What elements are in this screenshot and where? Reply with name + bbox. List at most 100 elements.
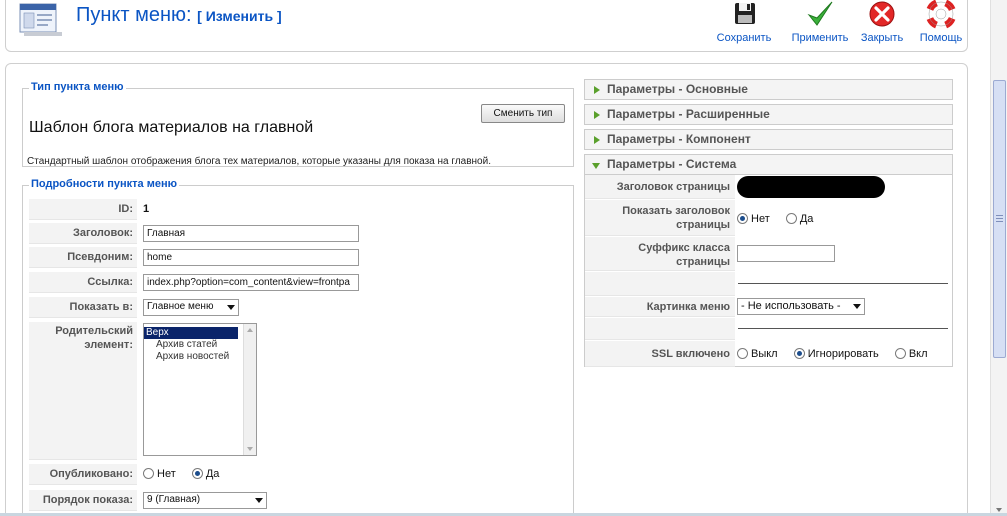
page-title-edit-label: [ Изменить ] [197,8,282,24]
alias-label: Псевдоним: [29,247,137,268]
chevron-down-icon [255,498,263,503]
menu-image-select-value: - Не использовать - [741,300,841,312]
published-label: Опубликовано: [29,464,137,485]
chevron-right-icon [594,111,600,119]
page-scrollbar-thumb[interactable] [993,80,1006,358]
menu-type-title: Шаблон блога материалов на главной [29,119,314,136]
page-class-suffix-label: Суффикс класса страницы [585,237,735,271]
close-button-label: Закрыть [860,32,904,44]
params-advanced-header[interactable]: Параметры - Расширенные [584,104,953,125]
page-class-suffix-input[interactable] [737,245,835,262]
help-button-label: Помощь [919,32,963,44]
alias-input[interactable] [143,249,359,266]
menu-item-page-icon [19,3,62,36]
show-title-yes-radio[interactable] [785,213,797,224]
save-button[interactable]: Сохранить [709,0,779,46]
params-basic-label: Параметры - Основные [607,82,748,96]
scroll-down-icon[interactable] [247,447,253,451]
change-type-button[interactable]: Сменить тип [481,104,565,123]
order-row: Порядок показа: 9 (Главная) [29,490,569,511]
menu-image-select[interactable]: - Не использовать - [737,298,865,315]
menu-type-description: Стандартный шаблон отображения блога тех… [27,156,491,167]
params-basic-header[interactable]: Параметры - Основные [584,79,953,100]
params-system-body: Заголовок страницы Показать заголовок ст… [584,175,953,367]
scroll-up-icon[interactable] [247,328,253,332]
order-label: Порядок показа: [29,490,137,511]
empty-row-1 [585,272,735,296]
menu-image-label: Картинка меню [585,297,735,317]
ssl-ignore-label: Игнорировать [807,348,879,360]
id-value: 1 [143,203,150,215]
scrollbar-grip [996,218,1003,219]
published-yes-label: Да [205,468,220,480]
divider [738,283,948,284]
details-fieldset: Подробности пункта меню ID: 1 Заголовок:… [22,178,574,516]
params-system-header[interactable]: Параметры - Система [584,154,953,175]
chevron-right-icon [594,136,600,144]
parent-listbox[interactable]: Верх Архив статей Архив новостей [143,323,257,456]
apply-button-label: Применить [791,32,849,44]
list-item[interactable]: Архив новостей [144,351,256,363]
ssl-on-radio[interactable] [894,348,906,359]
link-label: Ссылка: [29,272,137,293]
help-button[interactable]: Помощь [916,0,966,46]
order-select-value: 9 (Главная) [147,494,201,505]
page-title-label: Заголовок страницы [585,175,735,199]
floppy-disk-icon [735,3,755,24]
parent-label: Родительский элемент: [29,322,137,460]
ssl-off-radio[interactable] [737,348,748,359]
menu-type-legend: Тип пункта меню [29,81,126,93]
ssl-ignore-radio[interactable] [793,348,805,359]
toolbar-header: Пункт меню: [ Изменить ] Сохранить Приме… [5,0,968,52]
close-button[interactable]: Закрыть [856,0,908,46]
show-title-yes-label: Да [799,213,814,225]
page-title: Пункт меню: [ Изменить ] [76,4,282,27]
page-scrollbar[interactable] [990,0,1007,516]
ssl-label: SSL включено [585,341,735,367]
chevron-down-icon [853,304,861,309]
list-item[interactable]: Архив статей [144,339,256,351]
save-button-label: Сохранить [716,32,772,44]
listbox-scrollbar[interactable] [243,324,256,455]
published-radio-group: Нет Да [143,468,219,480]
empty-row-2 [585,318,735,340]
menu-type-fieldset: Тип пункта меню Сменить тип Шаблон блога… [22,81,574,167]
page-title-redacted-input[interactable] [737,176,885,198]
params-advanced-label: Параметры - Расширенные [607,107,770,121]
scrollbar-grip [996,215,1003,216]
show-page-title-radio-group: Нет Да [737,213,813,225]
published-yes-radio[interactable] [191,468,203,479]
link-input[interactable] [143,274,359,291]
scrollbar-grip [996,221,1003,222]
scroll-down-icon[interactable] [996,508,1002,512]
details-legend: Подробности пункта меню [29,178,180,190]
ssl-on-label: Вкл [908,348,928,360]
show-in-row: Показать в: Главное меню [29,297,569,318]
order-select[interactable]: 9 (Главная) [143,492,267,509]
page-title-text: Пункт меню: [76,4,192,26]
show-title-no-label: Нет [751,213,770,225]
list-item[interactable]: Верх [144,327,238,339]
chevron-down-icon [227,305,235,310]
close-icon [869,1,895,27]
published-no-label: Нет [157,468,176,480]
published-no-radio[interactable] [143,468,154,479]
ssl-off-label: Выкл [751,348,778,360]
show-title-no-radio[interactable] [737,213,748,224]
show-page-title-label: Показать заголовок страницы [585,200,735,236]
ssl-radio-group: Выкл Игнорировать Вкл [737,348,928,360]
params-component-header[interactable]: Параметры - Компонент [584,129,953,150]
show-in-select-value: Главное меню [147,301,214,312]
show-in-label: Показать в: [29,297,137,318]
apply-button[interactable]: Применить [782,0,858,46]
params-component-label: Параметры - Компонент [607,132,751,146]
id-label: ID: [29,199,137,220]
title-input[interactable] [143,225,359,242]
chevron-down-icon [592,163,600,169]
divider [738,328,948,329]
chevron-right-icon [594,86,600,94]
params-system-label: Параметры - Система [607,157,737,171]
lifebuoy-icon [925,0,957,30]
show-in-select[interactable]: Главное меню [143,299,239,316]
title-label: Заголовок: [29,223,137,244]
